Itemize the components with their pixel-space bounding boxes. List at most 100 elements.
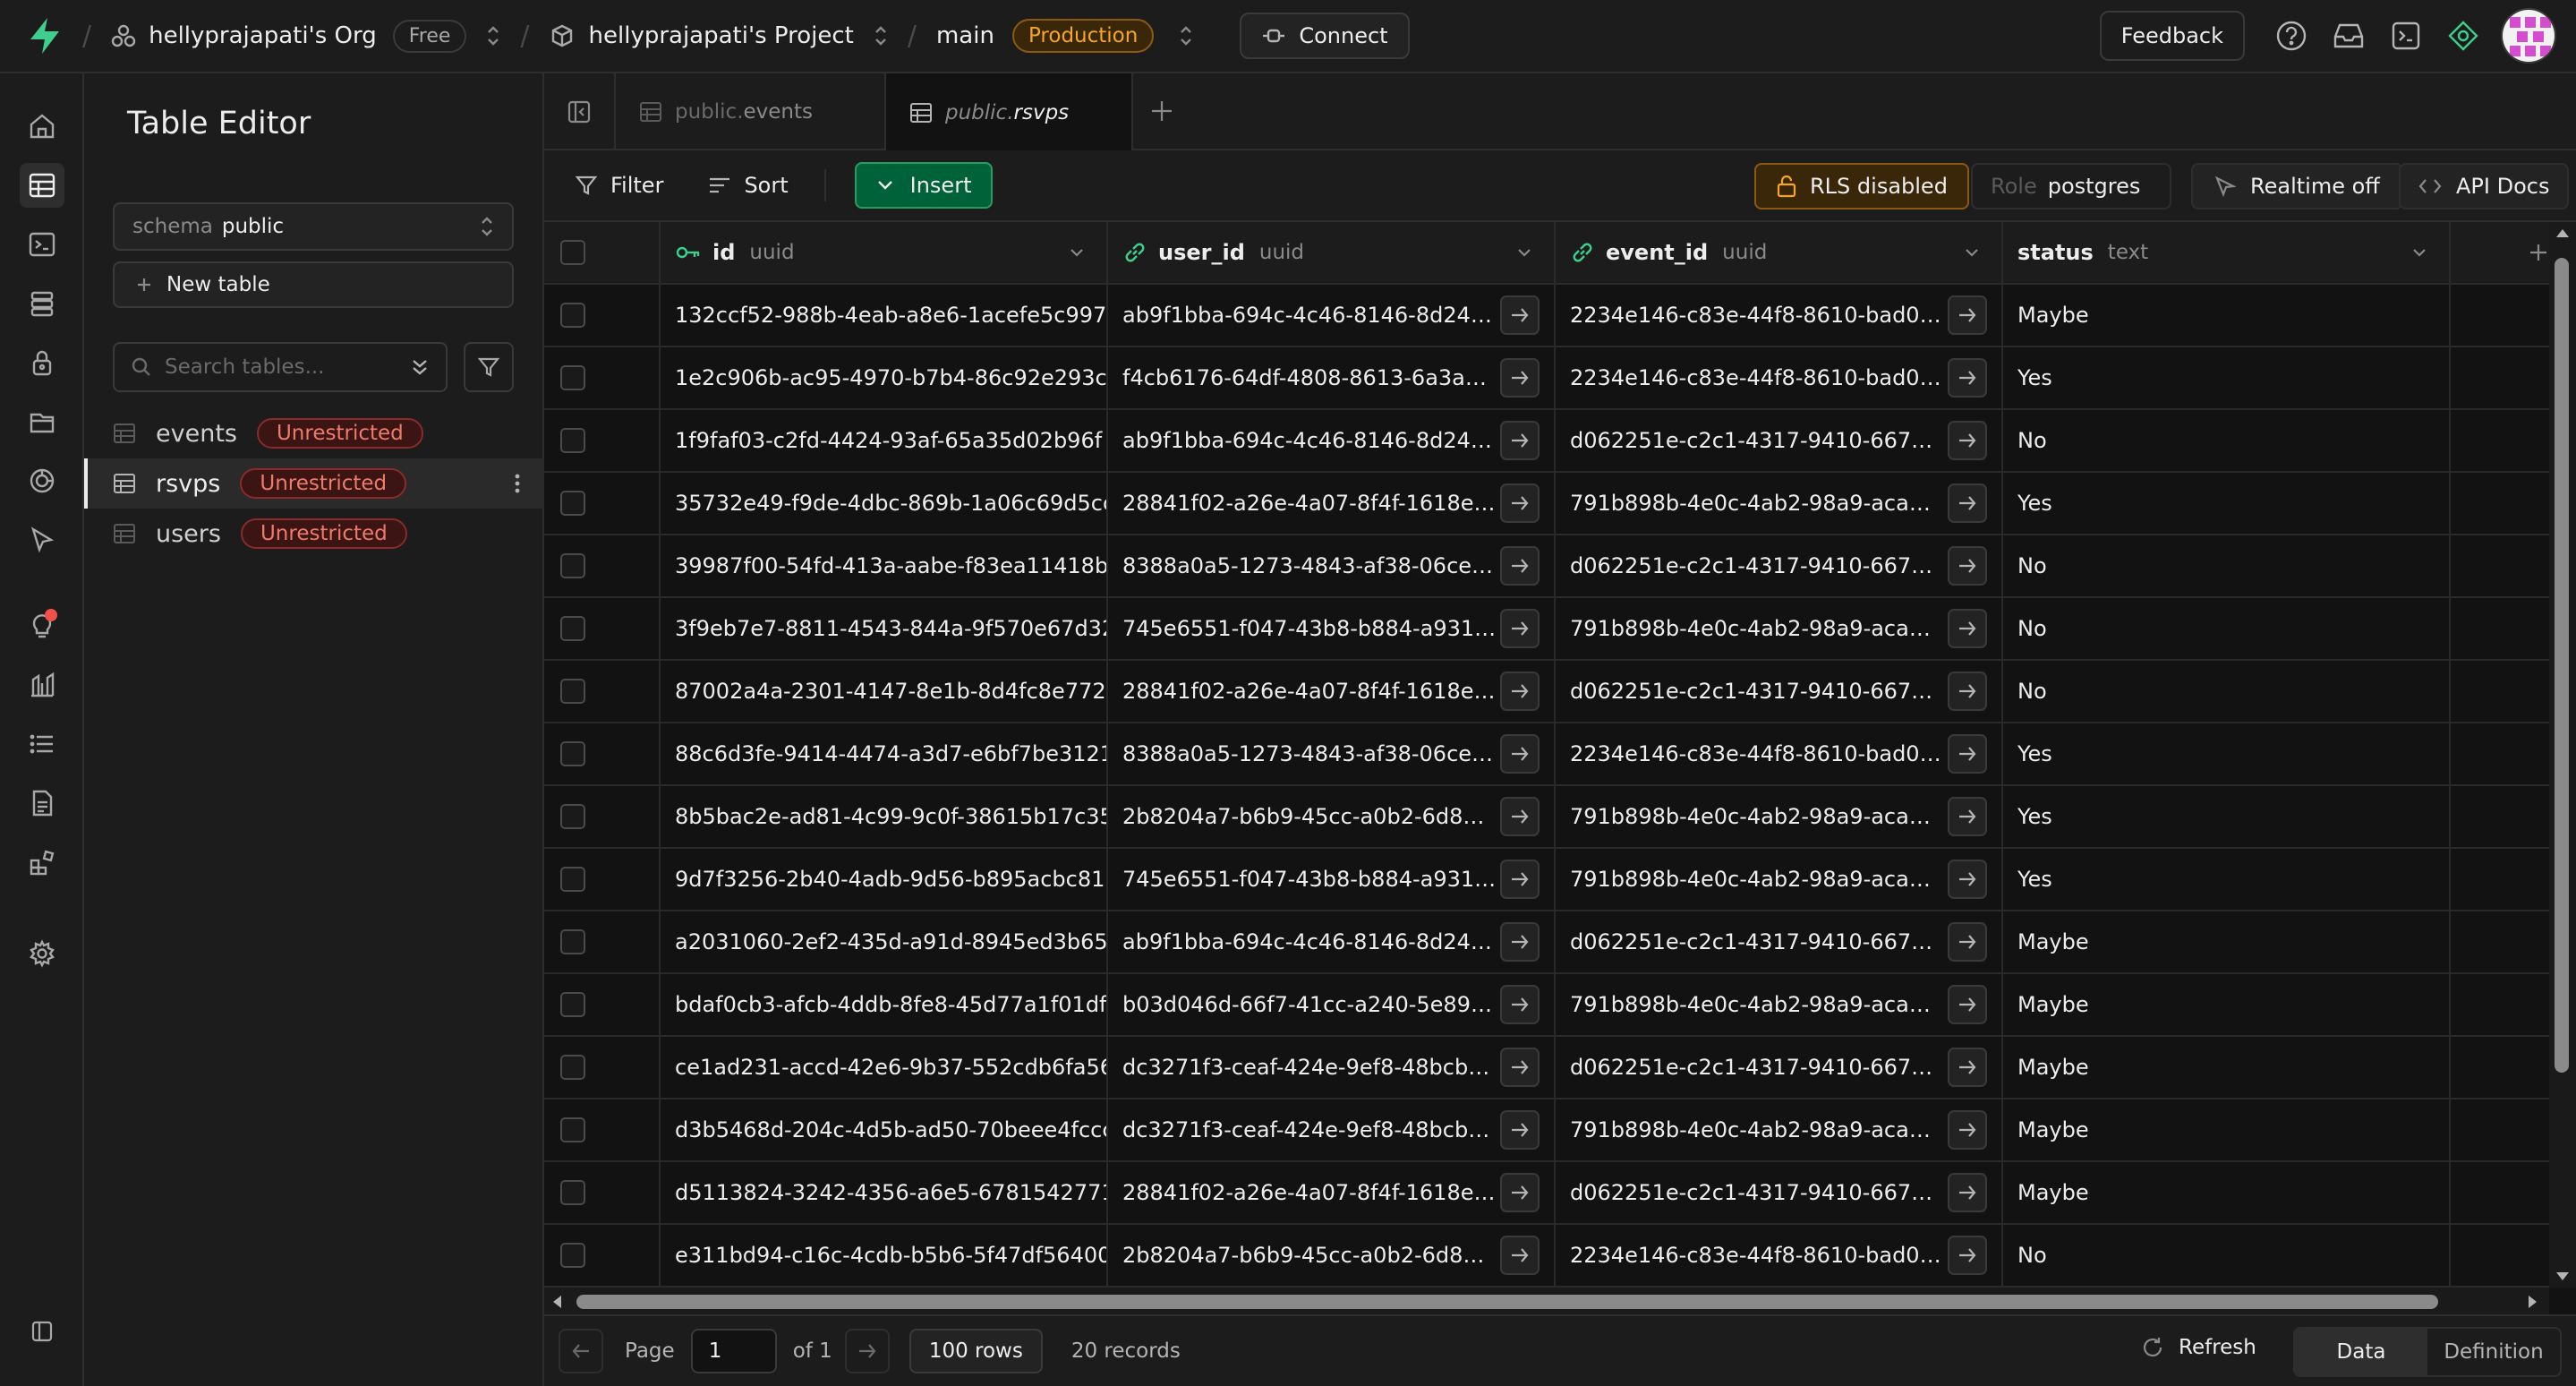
branch-selector[interactable]: main Production: [936, 19, 1193, 53]
rls-disabled-button[interactable]: RLS disabled: [1754, 163, 1969, 210]
table-editor-icon[interactable]: [20, 163, 64, 208]
id-cell[interactable]: bdaf0cb3-afcb-4ddb-8fe8-45d77a1f01df: [661, 973, 1108, 1036]
id-cell[interactable]: 132ccf52-988b-4eab-a8e6-1acefe5c9971: [661, 284, 1108, 346]
tab-public-rsvps[interactable]: public.rsvps: [886, 73, 1133, 152]
insert-button[interactable]: Insert: [854, 162, 994, 209]
event-id-cell[interactable]: d062251e-c2c1-4317-9410-66755c...: [1556, 660, 2003, 723]
status-cell[interactable]: Yes: [2003, 472, 2451, 535]
column-header-status[interactable]: status text: [2003, 222, 2451, 284]
collapse-sidebar-icon[interactable]: [20, 1309, 64, 1354]
expand-chevrons-icon[interactable]: [410, 356, 430, 378]
user-id-cell[interactable]: b03d046d-66f7-41cc-a240-5e897...: [1108, 973, 1556, 1036]
open-reference-arrow-icon[interactable]: [1948, 358, 1987, 398]
column-menu-chevron-icon[interactable]: [1964, 247, 1980, 258]
open-reference-arrow-icon[interactable]: [1500, 295, 1540, 335]
realtime-icon[interactable]: [20, 458, 64, 503]
page-number-input[interactable]: 1: [690, 1329, 777, 1373]
status-cell[interactable]: Maybe: [2003, 911, 2451, 973]
open-reference-arrow-icon[interactable]: [1500, 985, 1540, 1024]
previous-page-button[interactable]: [559, 1329, 603, 1373]
open-reference-arrow-icon[interactable]: [1948, 295, 1987, 335]
status-cell[interactable]: No: [2003, 1224, 2451, 1287]
status-cell[interactable]: Yes: [2003, 785, 2451, 848]
id-cell[interactable]: 8b5bac2e-ad81-4c99-9c0f-38615b17c355: [661, 785, 1108, 848]
id-cell[interactable]: d5113824-3242-4356-a6e5-67815427715d: [661, 1161, 1108, 1224]
open-reference-arrow-icon[interactable]: [1500, 734, 1540, 774]
row-checkbox[interactable]: [560, 679, 585, 704]
supabase-logo-icon[interactable]: [27, 16, 63, 56]
realtime-off-button[interactable]: Realtime off: [2191, 163, 2403, 210]
vertical-scroll-thumb[interactable]: [2555, 258, 2569, 1073]
terminal-icon[interactable]: [2386, 16, 2426, 56]
new-tab-plus-icon[interactable]: [1149, 98, 1174, 124]
status-cell[interactable]: No: [2003, 660, 2451, 723]
sidebar-item-users[interactable]: users Unrestricted: [84, 509, 544, 559]
open-reference-arrow-icon[interactable]: [1500, 797, 1540, 836]
reports-icon[interactable]: [20, 663, 64, 707]
row-checkbox[interactable]: [560, 553, 585, 578]
table-row[interactable]: d3b5468d-204c-4d5b-ad50-70beee4fccc dc327…: [544, 1099, 2553, 1162]
open-reference-arrow-icon[interactable]: [1948, 734, 1987, 774]
event-id-cell[interactable]: 791b898b-4e0c-4ab2-98a9-aca32...: [1556, 973, 2003, 1036]
open-reference-arrow-icon[interactable]: [1500, 1173, 1540, 1212]
column-header-id[interactable]: id uuid: [661, 222, 1108, 284]
integrations-icon[interactable]: [20, 840, 64, 885]
filter-tables-button[interactable]: [464, 342, 514, 392]
open-reference-arrow-icon[interactable]: [1500, 1110, 1540, 1150]
user-id-cell[interactable]: 28841f02-a26e-4a07-8f4f-1618e41...: [1108, 660, 1556, 723]
status-cell[interactable]: Maybe: [2003, 1099, 2451, 1161]
open-reference-arrow-icon[interactable]: [1500, 1048, 1540, 1087]
status-cell[interactable]: Yes: [2003, 848, 2451, 911]
row-checkbox[interactable]: [560, 491, 585, 516]
user-id-cell[interactable]: ab9f1bba-694c-4c46-8146-8d247...: [1108, 409, 1556, 472]
status-cell[interactable]: Yes: [2003, 723, 2451, 785]
sidebar-item-events[interactable]: events Unrestricted: [84, 408, 544, 458]
search-tables-input[interactable]: Search tables...: [113, 342, 448, 392]
id-cell[interactable]: a2031060-2ef2-435d-a91d-8945ed3b657a: [661, 911, 1108, 973]
open-reference-arrow-icon[interactable]: [1948, 483, 1987, 523]
status-cell[interactable]: No: [2003, 409, 2451, 472]
row-checkbox[interactable]: [560, 616, 585, 641]
id-cell[interactable]: e311bd94-c16c-4cdb-b5b6-5f47df564000: [661, 1224, 1108, 1287]
user-id-cell[interactable]: 8388a0a5-1273-4843-af38-06ce5...: [1108, 723, 1556, 785]
status-cell[interactable]: Maybe: [2003, 1161, 2451, 1224]
id-cell[interactable]: 35732e49-f9de-4dbc-869b-1a06c69d5cc: [661, 472, 1108, 535]
id-cell[interactable]: d3b5468d-204c-4d5b-ad50-70beee4fccc: [661, 1099, 1108, 1161]
open-reference-arrow-icon[interactable]: [1948, 860, 1987, 899]
open-reference-arrow-icon[interactable]: [1500, 358, 1540, 398]
feedback-button[interactable]: Feedback: [2099, 11, 2245, 61]
table-row[interactable]: 1e2c906b-ac95-4970-b7b4-86c92e293cd f4cb6…: [544, 346, 2553, 410]
user-id-cell[interactable]: 8388a0a5-1273-4843-af38-06ce5...: [1108, 535, 1556, 597]
api-docs-icon[interactable]: [20, 781, 64, 826]
table-row[interactable]: 3f9eb7e7-8811-4543-844a-9f570e67d326 745e…: [544, 597, 2553, 661]
connect-button[interactable]: Connect: [1240, 13, 1410, 59]
user-id-cell[interactable]: f4cb6176-64df-4808-8613-6a3a1c...: [1108, 346, 1556, 409]
table-row[interactable]: 39987f00-54fd-413a-aabe-f83ea11418b0 8388…: [544, 535, 2553, 598]
user-id-cell[interactable]: ab9f1bba-694c-4c46-8146-8d247...: [1108, 911, 1556, 973]
event-id-cell[interactable]: d062251e-c2c1-4317-9410-66755c...: [1556, 409, 2003, 472]
row-checkbox[interactable]: [560, 1243, 585, 1268]
user-avatar[interactable]: [2501, 8, 2556, 64]
id-cell[interactable]: 3f9eb7e7-8811-4543-844a-9f570e67d326: [661, 597, 1108, 660]
user-id-cell[interactable]: ab9f1bba-694c-4c46-8146-8d247...: [1108, 284, 1556, 346]
advisors-icon[interactable]: [20, 603, 64, 648]
definition-view-tab[interactable]: Definition: [2427, 1329, 2560, 1375]
more-options-icon[interactable]: [514, 472, 521, 495]
row-checkbox[interactable]: [560, 303, 585, 328]
open-reference-arrow-icon[interactable]: [1500, 672, 1540, 711]
rows-per-page-selector[interactable]: 100 rows: [908, 1329, 1043, 1373]
storage-icon[interactable]: [20, 399, 64, 444]
table-row[interactable]: 9d7f3256-2b40-4adb-9d56-b895acbc812 745e6…: [544, 848, 2553, 911]
sidebar-item-rsvps[interactable]: rsvps Unrestricted: [84, 458, 544, 509]
row-checkbox[interactable]: [560, 804, 585, 829]
open-reference-arrow-icon[interactable]: [1948, 797, 1987, 836]
id-cell[interactable]: 39987f00-54fd-413a-aabe-f83ea11418b0: [661, 535, 1108, 597]
select-all-checkbox[interactable]: [560, 240, 585, 265]
event-id-cell[interactable]: 2234e146-c83e-44f8-8610-bad0a...: [1556, 284, 2003, 346]
table-row[interactable]: 132ccf52-988b-4eab-a8e6-1acefe5c9971 ab9f…: [544, 284, 2553, 347]
open-reference-arrow-icon[interactable]: [1500, 860, 1540, 899]
open-reference-arrow-icon[interactable]: [1500, 922, 1540, 962]
row-checkbox[interactable]: [560, 428, 585, 453]
status-cell[interactable]: Maybe: [2003, 1036, 2451, 1099]
user-id-cell[interactable]: dc3271f3-ceaf-424e-9ef8-48bcb9...: [1108, 1036, 1556, 1099]
